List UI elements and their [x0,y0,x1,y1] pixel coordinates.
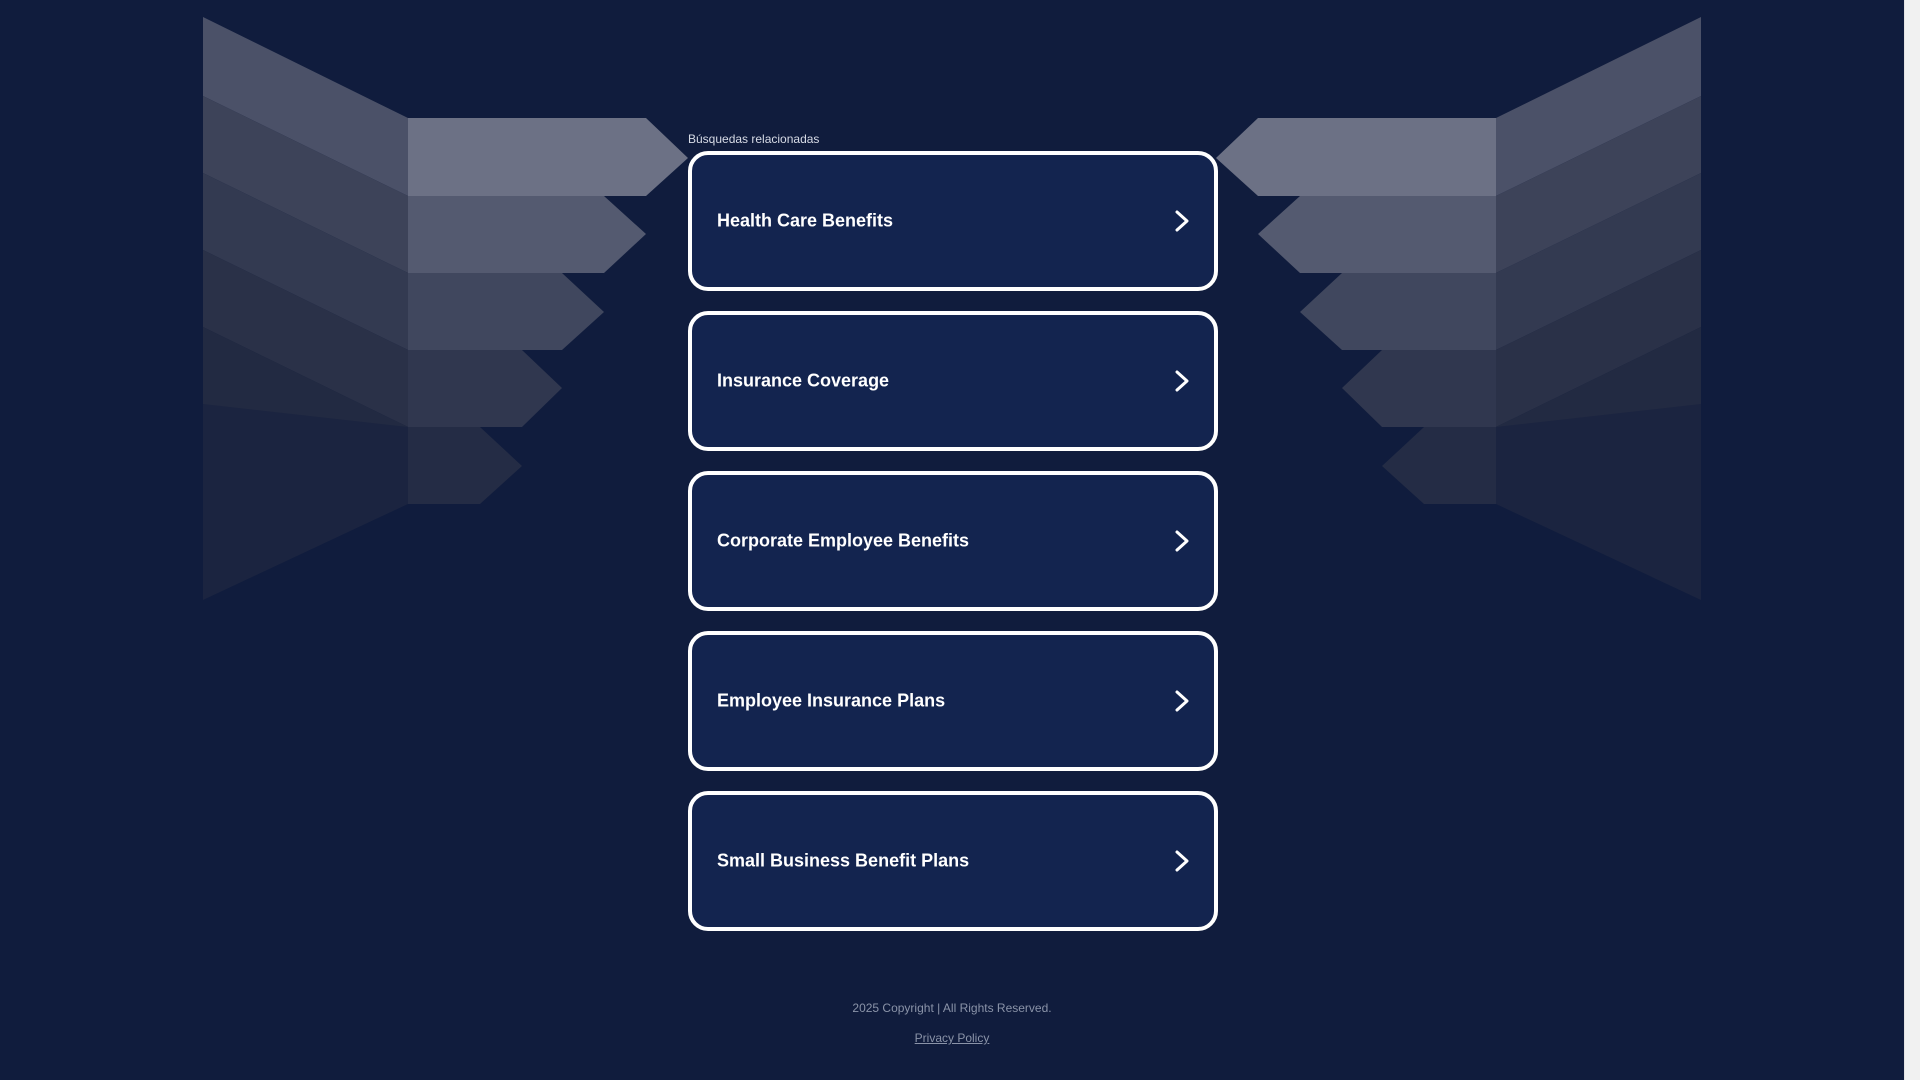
related-search-link-corporate-employee-benefits[interactable]: Corporate Employee Benefits [688,471,1218,611]
related-search-link-insurance-coverage[interactable]: Insurance Coverage [688,311,1218,451]
related-searches-heading: Búsquedas relacionadas [688,132,820,146]
related-search-link-employee-insurance-plans[interactable]: Employee Insurance Plans [688,631,1218,771]
footer-links: Privacy Policy [0,1031,1904,1045]
footer-copyright: 2025 Copyright | All Rights Reserved. [852,1001,1052,1015]
link-label: Corporate Employee Benefits [717,530,970,551]
related-search-link-health-care-benefits[interactable]: Health Care Benefits [688,151,1218,291]
link-label: Health Care Benefits [717,210,894,231]
related-search-link-small-business-benefit-plans[interactable]: Small Business Benefit Plans [688,791,1218,931]
privacy-policy-link[interactable]: Privacy Policy [915,1031,990,1045]
vertical-scrollbar[interactable] [1904,0,1920,1080]
chevron-right-icon [1175,210,1189,232]
chevron-right-icon [1175,850,1189,872]
related-searches-list: Health Care Benefits Insurance Coverage … [688,151,1218,951]
chevron-right-icon [1175,530,1189,552]
link-label: Employee Insurance Plans [717,690,946,711]
link-label: Small Business Benefit Plans [717,850,970,871]
chevron-right-icon [1175,370,1189,392]
landing-page: Búsquedas relacionadas Health Care Benef… [0,0,1920,1080]
chevron-right-icon [1175,690,1189,712]
link-label: Insurance Coverage [717,370,890,391]
